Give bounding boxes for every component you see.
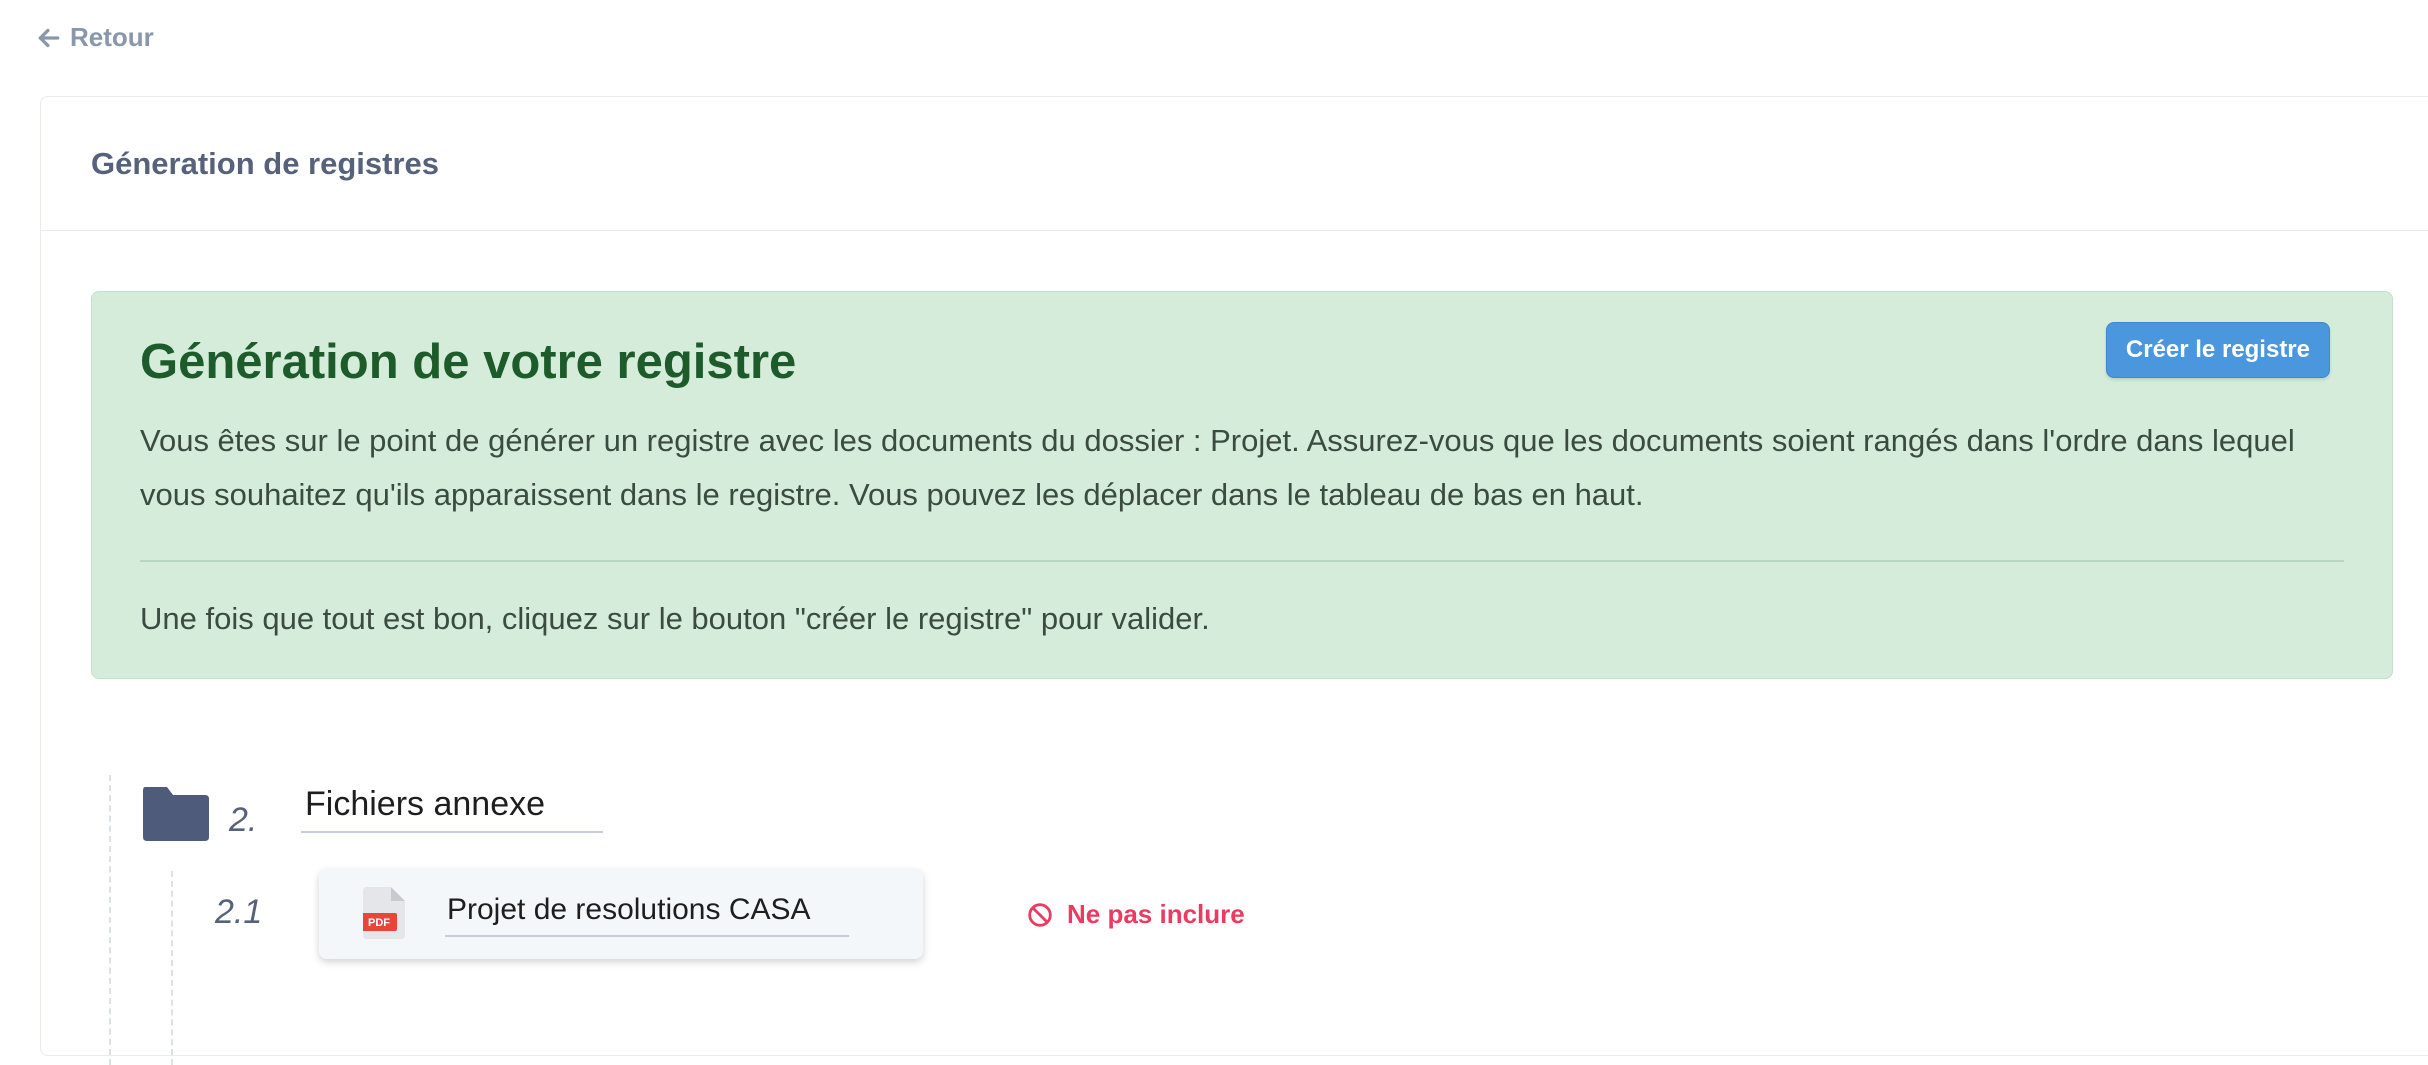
alert-heading: Génération de votre registre (140, 335, 797, 389)
alert-divider (140, 560, 2344, 562)
folder-icon (143, 787, 209, 841)
tree-guide-line (109, 775, 111, 1065)
pdf-icon-label: PDF (368, 917, 390, 929)
card-header: Géneration de registres (41, 97, 2428, 231)
page-title: Géneration de registres (91, 145, 440, 181)
exclude-document-button[interactable]: Ne pas inclure (1027, 899, 1245, 930)
alert-paragraph: Vous êtes sur le point de générer un reg… (140, 423, 2295, 512)
info-alert: Génération de votre registre Créer le re… (91, 291, 2393, 679)
document-number: 2.1 (215, 893, 263, 931)
tree-guide-line (171, 871, 173, 1065)
document-tree: 2. Fichiers annexe 2.1 PDF Projet de res… (91, 775, 1391, 1065)
alert-instruction: Une fois que tout est bon, cliquez sur l… (140, 601, 1210, 636)
back-link[interactable]: Retour (36, 22, 154, 53)
arrow-left-icon (38, 28, 60, 47)
back-link-label: Retour (70, 22, 154, 52)
exclude-label: Ne pas inclure (1067, 899, 1245, 929)
folder-name-input[interactable]: Fichiers annexe (301, 785, 603, 833)
create-register-button[interactable]: Créer le registre (2105, 322, 2330, 378)
folder-number: 2. (229, 801, 258, 839)
document-name-input[interactable]: Projet de resolutions CASA (445, 889, 849, 937)
ban-icon (1028, 902, 1052, 927)
main-card: Géneration de registres Génération de vo… (40, 96, 2428, 1065)
pdf-file-icon: PDF (363, 887, 405, 939)
document-card[interactable]: PDF Projet de resolutions CASA (319, 869, 923, 959)
